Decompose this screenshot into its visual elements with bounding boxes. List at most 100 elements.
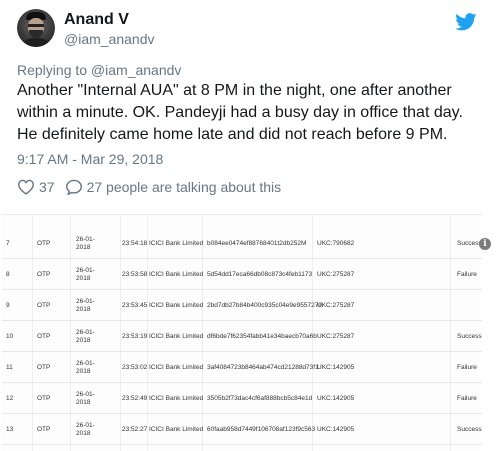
bank-name: ICICI Bank Limited [149,228,203,259]
transaction-hash-text: 2bd7db27b84b400c935c04e9e9557270 [207,301,322,309]
auth-type-text: OTP [37,270,51,278]
transaction-date: 26-01- 2018 [76,414,95,445]
uid-reference: UKC:142905 [317,352,354,383]
reply-context[interactable]: Replying to @iam_anandv [17,62,181,78]
table-row: 12 OTP 26-01- 2018 23:52:49 ICICI Bank Limite… [2,383,482,414]
row-index: 10 [6,321,13,352]
transaction-time-text: 23:53:58 [122,270,148,278]
table-row: 9 OTP 26-01- 2018 23:53:45 ICICI Bank Limited… [2,290,482,321]
auth-type: OTP [37,259,50,290]
uid-reference: UKC:142905 [317,383,354,414]
bank-name: ICICI Bank Limited [149,259,203,290]
uid-reference: UKC:142905 [317,414,354,445]
transaction-time-text: 23:52:49 [122,394,148,402]
auth-type-text: OTP [37,332,51,340]
transaction-status: Success [457,414,482,445]
transaction-time-text: 23:53:45 [122,301,148,309]
uid-reference-text: UKC:142905 [317,425,355,433]
transaction-time-text: 23:53:02 [122,363,148,371]
bank-name-text: ICICI Bank Limited [149,394,204,402]
bank-name: ICICI Bank Limited [149,383,203,414]
tweet-text: Another "Internal AUA" at 8 PM in the ni… [17,82,463,143]
transaction-hash: b084ee0474ef88768401t2db252M [207,228,306,259]
transaction-hash-text: 3af4084723b8464ab474cd21288d73f1 [207,363,319,371]
transaction-time: 23:53:58 [122,259,147,290]
row-index: 13 [6,414,13,445]
conversation-count[interactable]: 27 people are talking about this [87,179,282,195]
transaction-hash-text: 3505b2f73dac4cf6af888bcb5c84e1d [207,394,313,402]
transaction-status-text: Success [457,239,482,247]
auth-type: OTP [37,414,50,445]
transaction-hash: 5d54dd17eca66db08c873c4feb1173 [207,259,312,290]
transaction-status-text: Failure [457,363,477,371]
transaction-hash: 3505b2f73dac4cf6af888bcb5c84e1d [207,383,312,414]
comment-bubble-icon[interactable] [65,179,83,195]
embedded-transaction-table: 7 OTP 26-01- 2018 23:54:18 ICICI Bank Limited… [2,214,482,451]
transaction-date-text: 2018 [76,243,91,251]
bank-name-text: ICICI Bank Limited [149,270,204,278]
transaction-date-text: 26-01- [76,359,95,367]
table-row: 8 OTP 26-01- 2018 23:53:58 ICICI Bank Limited… [2,259,482,290]
uid-reference: UKC:790682 [317,228,354,259]
auth-type: OTP [37,290,50,321]
transaction-status: Failure [457,383,477,414]
transaction-date-text: 2018 [76,274,91,282]
transaction-date-text: 26-01- [76,297,95,305]
avatar[interactable] [17,9,55,47]
info-icon[interactable]: i [479,238,491,250]
transaction-status-text: Success [457,332,482,340]
row-index-text: 9 [6,301,10,309]
auth-type: OTP [37,383,50,414]
bank-name-text: ICICI Bank Limited [149,301,204,309]
table-row: 11 OTP 26-01- 2018 23:53:02 ICICI Bank Limite… [2,352,482,383]
auth-type: OTP [37,228,50,259]
transaction-status: Success [457,321,482,352]
transaction-time: 23:52:49 [122,383,147,414]
transaction-hash-text: 5d54dd17eca66db08c873c4feb1173 [207,270,313,278]
transaction-time: 23:54:18 [122,228,147,259]
row-index-text: 11 [6,363,13,371]
auth-type-text: OTP [37,301,51,309]
row-index: 8 [6,259,10,290]
auth-type: OTP [37,321,50,352]
row-index: 11 [6,352,13,383]
row-index-text: 13 [6,425,14,433]
table-row: 13 OTP 26-01- 2018 23:52:27 ICICI Bank Limite… [2,414,482,445]
transaction-date-text: 2018 [76,367,91,375]
transaction-date: 26-01- 2018 [76,352,95,383]
transaction-status: Failure [457,259,477,290]
row-index: 12 [6,383,13,414]
transaction-hash: 60faab958d7449f106708af123f9c563 [207,414,315,445]
author-handle[interactable]: @iam_anandv [64,31,155,47]
row-index-text: 7 [6,239,10,247]
transaction-status-text: Failure [457,270,477,278]
transaction-date-text: 26-01- [76,421,95,429]
transaction-date: 26-01- 2018 [76,259,95,290]
uid-reference: UKC:275287 [317,259,354,290]
transaction-hash-text: df6bde7f62354fabb41e34baecb70a6b [207,332,317,340]
transaction-status: Failure [457,352,477,383]
uid-reference-text: UKC:790682 [317,239,355,247]
tweet-timestamp[interactable]: 9:17 AM - Mar 29, 2018 [17,151,163,167]
uid-reference-text: UKC:142905 [317,394,355,402]
transaction-date-text: 2018 [76,429,91,437]
transaction-hash-text: 60faab958d7449f106708af123f9c563 [207,425,316,433]
transaction-time: 23:53:19 [122,321,147,352]
bank-name-text: ICICI Bank Limited [149,239,204,247]
like-count[interactable]: 37 [39,179,55,195]
row-index: 7 [6,228,10,259]
heart-icon[interactable] [17,179,35,195]
transaction-time-text: 23:54:18 [122,239,148,247]
transaction-hash-text: b084ee0474ef88768401t2db252M [207,239,307,247]
twitter-bird-icon[interactable] [455,13,477,31]
bank-name: ICICI Bank Limited [149,352,203,383]
author-name[interactable]: Anand V [64,11,129,29]
transaction-date-text: 26-01- [76,235,95,243]
transaction-time: 23:52:27 [122,414,147,445]
transaction-date: 26-01- 2018 [76,321,95,352]
transaction-date-text: 2018 [76,336,91,344]
bank-name: ICICI Bank Limited [149,290,203,321]
transaction-hash: 2bd7db27b84b400c935c04e9e9557270 [207,290,322,321]
transaction-time: 23:53:45 [122,290,147,321]
transaction-date: 26-01- 2018 [76,290,95,321]
